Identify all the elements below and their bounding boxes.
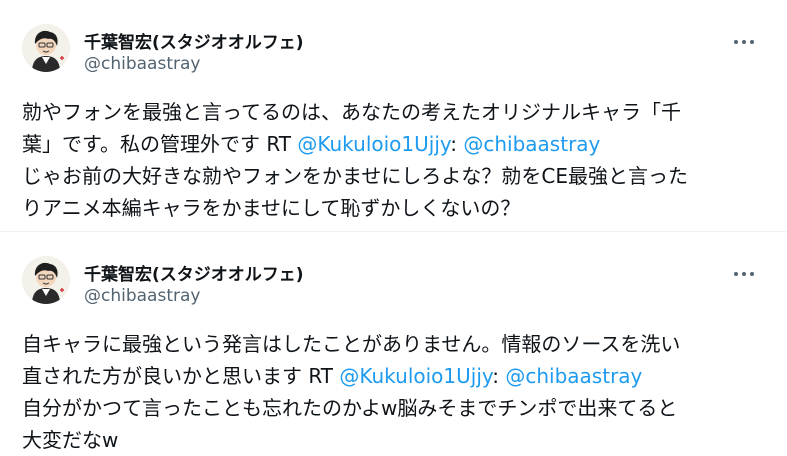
tweet-text: 勍やフォンを最強と言ってるのは、あなたの考えたオリジナルキャラ「千 葉」です。私… (22, 96, 762, 224)
quoted-line: 大変だなw (22, 428, 119, 452)
more-horizontal-icon[interactable] (728, 262, 760, 286)
avatar-illustration-icon (22, 256, 70, 304)
avatar[interactable] (22, 24, 70, 72)
avatar[interactable] (22, 256, 70, 304)
quoted-line: りアニメ本編キャラをかませにして恥ずかしくないの？ (22, 196, 521, 220)
tweet-line: 直された方が良いかと思います (22, 364, 302, 388)
author-name[interactable]: 千葉智宏(スタジオオルフェ) (84, 260, 304, 285)
more-horizontal-icon[interactable] (728, 30, 760, 54)
tweet-1[interactable]: 千葉智宏(スタジオオルフェ) @chibaastray 勍やフォンを最強と言って… (0, 0, 787, 232)
avatar-illustration-icon (22, 24, 70, 72)
tweet-text: 自キャラに最強という発言はしたことがありません。情報のソースを洗い 直された方が… (22, 328, 762, 456)
author-handle[interactable]: @chibaastray (84, 286, 200, 306)
tweet-line: 勍やフォンを最強と言ってるのは、あなたの考えたオリジナルキャラ「千 (22, 100, 681, 124)
mention-link[interactable]: @Kukuloio1Ujjy (339, 364, 492, 388)
mention-link[interactable]: @chibaastray (505, 364, 642, 388)
tweet-line-with-rt: 葉」です。私の管理外です RT @Kukuloio1Ujjy: @chibaas… (22, 128, 762, 160)
tweet-line: 葉」です。私の管理外です (22, 132, 260, 156)
rt-prefix: RT (266, 132, 298, 156)
tweet-line-with-rt: 直された方が良いかと思います RT @Kukuloio1Ujjy: @chiba… (22, 360, 762, 392)
mention-link[interactable]: @Kukuloio1Ujjy (297, 132, 450, 156)
rt-colon: : (492, 364, 506, 388)
rt-colon: : (450, 132, 464, 156)
tweet-line: 自キャラに最強という発言はしたことがありません。情報のソースを洗い (22, 332, 681, 356)
quoted-line: じゃお前の大好きな勍やフォンをかませにしろよな？勍をCE最強と言った (22, 164, 689, 188)
mention-link[interactable]: @chibaastray (463, 132, 600, 156)
tweet-2[interactable]: 千葉智宏(スタジオオルフェ) @chibaastray 自キャラに最強という発言… (0, 232, 787, 456)
quoted-line: 自分がかつて言ったことも忘れたのかよw脳みそまでチンポで出来てると (22, 396, 678, 420)
author-name[interactable]: 千葉智宏(スタジオオルフェ) (84, 28, 304, 53)
author-handle[interactable]: @chibaastray (84, 54, 200, 74)
rt-prefix: RT (308, 364, 340, 388)
